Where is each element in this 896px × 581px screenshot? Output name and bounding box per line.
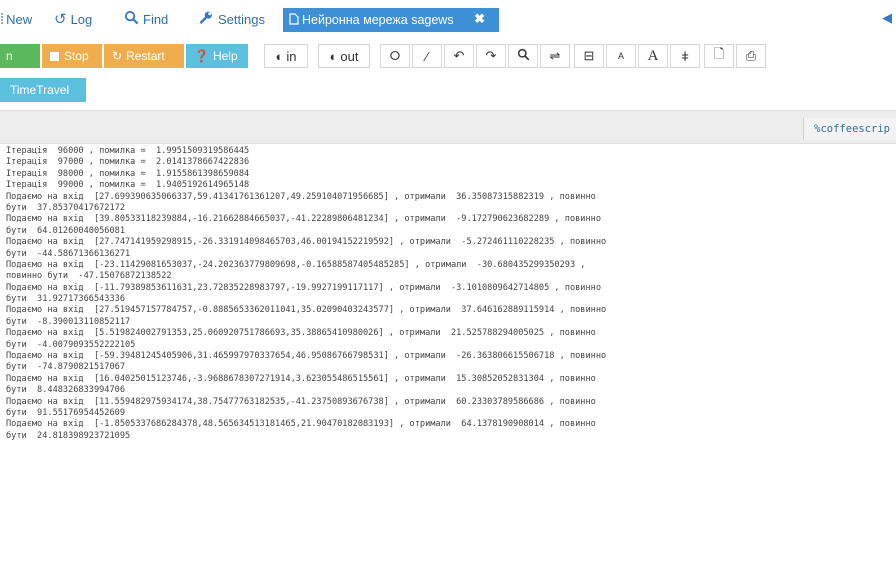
restart-button[interactable]: ↻ Restart [104,44,184,68]
record-button[interactable]: ⭘ [380,44,410,68]
output-line: бути -44.58671366136271 [6,248,131,259]
refresh-icon: ↻ [112,49,123,63]
output-line: бути 64.01260040056081 [6,225,125,236]
new-label: New [6,11,33,27]
history-icon: ↺ [54,11,67,28]
print-icon: ⎙ [745,48,757,63]
output-line: бути 8.448326833994706 [6,385,125,396]
pin-icon: ǂ [681,48,689,64]
output-line: Подаємо на вхід [39.80533118239884,-16.2… [6,214,601,225]
toggle-icon: ◐ [275,48,284,64]
equals-icon: ⇌ [549,48,561,63]
circle-icon: ⭘ [389,48,401,63]
output-line: Подаємо на вхід [27.747141959298915,-26.… [6,237,607,248]
wrench-icon [198,10,214,29]
new-button[interactable]: ⁞ New [0,0,32,38]
file-button[interactable]: 🗋 [704,44,734,68]
output-line: Ітерація 96000 , помилка = 1.99515093195… [6,146,250,156]
tab-notebook[interactable]: Нейронна мережа sagews ✖ [283,8,499,32]
timetravel-button[interactable]: TimeTravel [0,78,86,102]
stop-label: Stop [64,49,89,63]
output-line: Подаємо на вхід [27.699390635066337,59.4… [6,191,596,202]
tab-title: Нейронна мережа sagews [302,13,454,27]
magic-wand-icon: ⁄ [425,48,429,64]
output-line: бути 24.818398923721095 [6,430,131,441]
toggle-input-button[interactable]: ◐ in [264,44,308,68]
run-label: n [6,49,13,63]
in-label: in [286,48,297,64]
run-button[interactable]: n [0,44,40,68]
document-icon [289,12,299,28]
search-icon [124,10,139,29]
restart-label: Restart [126,49,165,63]
output-line: Подаємо на вхід [27.519457157784757,-0.8… [6,305,607,316]
zoom-button[interactable] [508,44,538,68]
overflow-icon[interactable]: ◀ [882,10,896,28]
settings-label: Settings [218,11,265,27]
settings-button[interactable]: Settings [198,0,265,38]
output-line: Ітерація 99000 , помилка = 1.94051926149… [6,180,250,191]
cell-mode-bar: %coffeescrip [0,110,896,144]
help-icon: ❓ [194,49,209,63]
undo-button[interactable]: ↶ [444,44,474,68]
out-label: out [340,48,359,64]
output-line: бути -4.0079093552222105 [6,339,136,350]
stop-button[interactable]: Stop [42,44,102,68]
output-line: бути 31.92717366543336 [6,294,125,305]
stop-icon [50,51,59,61]
format-button[interactable]: ⇌ [540,44,570,68]
toolbar: n Stop ↻ Restart ❓ Help ◐ in ◐ out ⭘ ⁄ ↶… [0,38,896,74]
pin-button[interactable]: ǂ [670,44,700,68]
print-button[interactable]: ⎙ [736,44,766,68]
help-button[interactable]: ❓ Help [186,44,248,68]
output-line: Подаємо на вхід [-11.79389853611631,23.7… [6,282,601,293]
output-line: Ітерація 98000 , помилка = 1.91558613986… [6,168,250,179]
output-line: Подаємо на вхід [16.04025015123746,-3.96… [6,373,596,384]
font-small-icon: A [617,51,624,61]
redo-button[interactable]: ↷ [476,44,506,68]
redo-icon: ↷ [485,48,497,63]
output-line: повинно бути -47.15076872138522 [6,271,172,282]
timetravel-label: TimeTravel [10,83,70,97]
toggle-output-button[interactable]: ◐ out [318,44,370,68]
file-icon: 🗋 [713,46,725,61]
new-file-icon: ⁞ [0,10,5,28]
toggle-icon: ◐ [329,48,338,64]
split-button[interactable]: ⊟ [574,44,604,68]
output-line: бути 91.55176954452609 [6,407,125,418]
cell-output: Ітерація 96000 , помилка = 1.99515093195… [6,146,892,581]
edit-button[interactable]: ⁄ [412,44,442,68]
log-label: Log [70,11,93,27]
font-smaller-button[interactable]: A [606,44,636,68]
font-larger-button[interactable]: A [638,44,668,68]
output-line: Подаємо на вхід [-59.39481245405906,31.4… [6,351,607,362]
find-button[interactable]: Find [124,0,168,38]
cell-mode-label[interactable]: %coffeescrip [803,118,896,140]
output-line: Подаємо на вхід [-1.8505337686284378,48.… [6,419,596,430]
split-icon: ⊟ [583,48,595,63]
find-label: Find [143,11,169,27]
menu-bar: ⁞ New ↺ Log Find Settings Нейронна мереж… [0,0,896,39]
help-label: Help [212,49,238,63]
close-icon[interactable]: ✖ [474,11,485,27]
output-line: Ітерація 97000 , помилка = 2.01413786674… [6,157,250,168]
undo-icon: ↶ [453,48,465,63]
output-line: бути -74.8790821517067 [6,362,125,373]
output-line: бути -8.390013110852117 [6,316,131,327]
output-line: Подаємо на вхід [11.559482975934174,38.7… [6,396,596,407]
output-line: Подаємо на вхід [5.519824002791353,25.06… [6,328,596,339]
output-line: Подаємо на вхід [-23.11429081653037,-24.… [6,259,586,270]
font-large-icon: A [647,47,659,64]
search-icon [517,48,530,64]
output-line: бути 37.85370417672172 [6,202,125,213]
log-button[interactable]: ↺ Log [54,0,92,38]
